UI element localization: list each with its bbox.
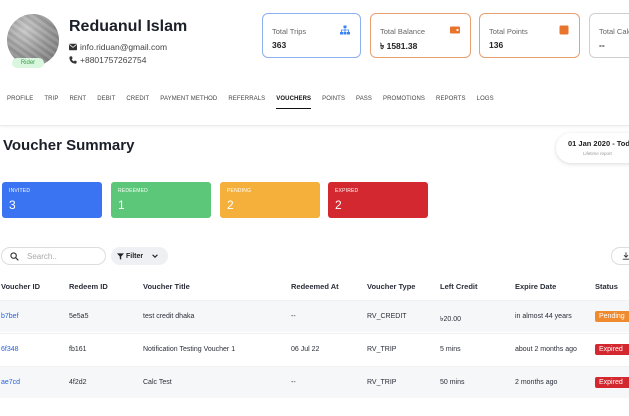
summary-card-pending[interactable]: PENDING 2 (220, 182, 320, 218)
column-header-left-credit[interactable]: Left Credit (440, 282, 478, 291)
email-row: info.riduan@gmail.com (69, 42, 167, 52)
search-icon (10, 252, 19, 261)
profile-tabs: PROFILE TRIP RENT DEBIT CREDIT PAYMENT M… (7, 96, 505, 109)
summary-card-label: INVITED (9, 188, 31, 194)
tab-vouchers[interactable]: VOUCHERS (276, 96, 312, 109)
tab-payment-method[interactable]: PAYMENT METHOD (160, 96, 217, 109)
redeemed-at: 06 Jul 22 (291, 346, 320, 353)
voucher-id-link[interactable]: ae7cd (1, 379, 20, 386)
redeemed-at: -- (291, 379, 296, 386)
tab-referrals[interactable]: REFERRALS (228, 96, 265, 109)
tab-points[interactable]: POINTS (322, 96, 345, 109)
summary-card-value: 3 (9, 198, 16, 212)
voucher-type: RV_CREDIT (367, 313, 407, 320)
filter-label: Filter (126, 252, 144, 260)
sitemap-icon (340, 25, 350, 35)
date-range-picker[interactable]: 01 Jan 2020 - Tod Lifetime report (556, 133, 629, 163)
voucher-type: RV_TRIP (367, 379, 397, 386)
summary-card-label: REDEEMED (118, 188, 148, 194)
wallet-icon (450, 26, 460, 34)
filter-button[interactable]: Filter (111, 247, 168, 265)
stat-label: Total Balance (380, 27, 426, 36)
expire-date: about 2 months ago (515, 346, 577, 353)
stat-card-balance[interactable]: Total Balance ৳ 1581.38 (370, 13, 471, 58)
tab-rent[interactable]: RENT (69, 96, 86, 109)
column-header-voucher-type[interactable]: Voucher Type (367, 282, 415, 291)
download-icon (622, 252, 629, 260)
profile-card: Rider Reduanul Islam info.riduan@gmail.c… (0, 0, 629, 126)
summary-card-value: 1 (118, 198, 125, 212)
redeem-id: 4f2d2 (69, 379, 87, 386)
stat-card-points[interactable]: Total Points 136 (479, 13, 580, 58)
status-badge: Pending (595, 311, 629, 322)
date-range-text: 01 Jan 2020 - Tod (568, 139, 629, 148)
column-header-expire-date[interactable]: Expire Date (515, 282, 556, 291)
phone-icon (69, 56, 77, 64)
search-box (1, 247, 106, 265)
email-text: info.riduan@gmail.com (80, 42, 168, 52)
envelope-icon (69, 43, 77, 51)
voucher-id-link[interactable]: 6f348 (1, 346, 19, 353)
redeem-id: fb161 (69, 346, 87, 353)
summary-card-redeemed[interactable]: REDEEMED 1 (111, 182, 211, 218)
tab-logs[interactable]: LOGS (477, 96, 494, 109)
left-credit: 5 mins (440, 346, 461, 353)
summary-card-expired[interactable]: EXPIRED 2 (328, 182, 428, 218)
status-badge: Expired (595, 377, 629, 388)
table-header: Voucher ID Redeem ID Voucher Title Redee… (0, 276, 629, 296)
stat-label: Total Calc (599, 27, 629, 36)
tab-pass[interactable]: PASS (356, 96, 372, 109)
search-input[interactable] (27, 250, 103, 263)
column-header-redeemed-at[interactable]: Redeemed At (291, 282, 339, 291)
column-header-voucher-id[interactable]: Voucher ID (1, 282, 40, 291)
page-title: Voucher Summary (3, 137, 135, 154)
voucher-title: Calc Test (143, 379, 172, 386)
expire-date: in almost 44 years (515, 313, 572, 320)
chevron-down-icon (152, 254, 158, 258)
tab-promotions[interactable]: PROMOTIONS (383, 96, 425, 109)
voucher-title: Notification Testing Voucher 1 (143, 346, 236, 353)
summary-card-label: EXPIRED (335, 188, 359, 194)
tab-credit[interactable]: CREDIT (126, 96, 149, 109)
stat-label: Total Points (489, 27, 528, 36)
left-credit: 50 mins (440, 379, 465, 386)
user-name: Reduanul Islam (69, 18, 188, 35)
tab-reports[interactable]: REPORTS (436, 96, 466, 109)
points-icon (559, 25, 569, 35)
table-row[interactable]: b7bef 5e5a5 test credit dhaka -- RV_CRED… (0, 300, 629, 332)
column-header-voucher-title[interactable]: Voucher Title (143, 282, 190, 291)
table-row[interactable]: 6f348 fb161 Notification Testing Voucher… (0, 333, 629, 365)
voucher-id-link[interactable]: b7bef (1, 313, 19, 320)
date-range-subtitle: Lifetime report (583, 151, 612, 156)
tab-debit[interactable]: DEBIT (97, 96, 115, 109)
stat-card-trips[interactable]: Total Trips 363 (262, 13, 361, 58)
phone-row: +8801757262754 (69, 55, 146, 65)
tab-profile[interactable]: PROFILE (7, 96, 33, 109)
status-badge: Expired (595, 344, 629, 355)
column-header-status[interactable]: Status (595, 282, 618, 291)
redeem-id: 5e5a5 (69, 313, 89, 320)
summary-card-value: 2 (227, 198, 234, 212)
expire-date: 2 months ago (515, 379, 558, 386)
stat-value: 136 (489, 40, 504, 50)
stat-value: -- (599, 40, 605, 50)
tab-trip[interactable]: TRIP (44, 96, 58, 109)
summary-card-label: PENDING (227, 188, 252, 194)
download-button[interactable] (611, 247, 629, 265)
stat-value: ৳ 1581.38 (380, 41, 418, 51)
summary-card-value: 2 (335, 198, 342, 212)
column-header-redeem-id[interactable]: Redeem ID (69, 282, 108, 291)
stat-label: Total Trips (272, 27, 307, 36)
stat-value: 363 (272, 40, 287, 50)
stat-card-calc[interactable]: Total Calc -- (589, 13, 629, 58)
filter-icon (117, 252, 124, 260)
role-badge: Rider (12, 58, 44, 68)
table-row[interactable]: ae7cd 4f2d2 Calc Test -- RV_TRIP 50 mins… (0, 366, 629, 398)
voucher-title: test credit dhaka (143, 313, 195, 320)
left-credit: ৳20.00 (440, 316, 462, 323)
summary-card-invited[interactable]: INVITED 3 (2, 182, 102, 218)
voucher-type: RV_TRIP (367, 346, 397, 353)
phone-text: +8801757262754 (80, 55, 147, 65)
redeemed-at: -- (291, 313, 296, 320)
